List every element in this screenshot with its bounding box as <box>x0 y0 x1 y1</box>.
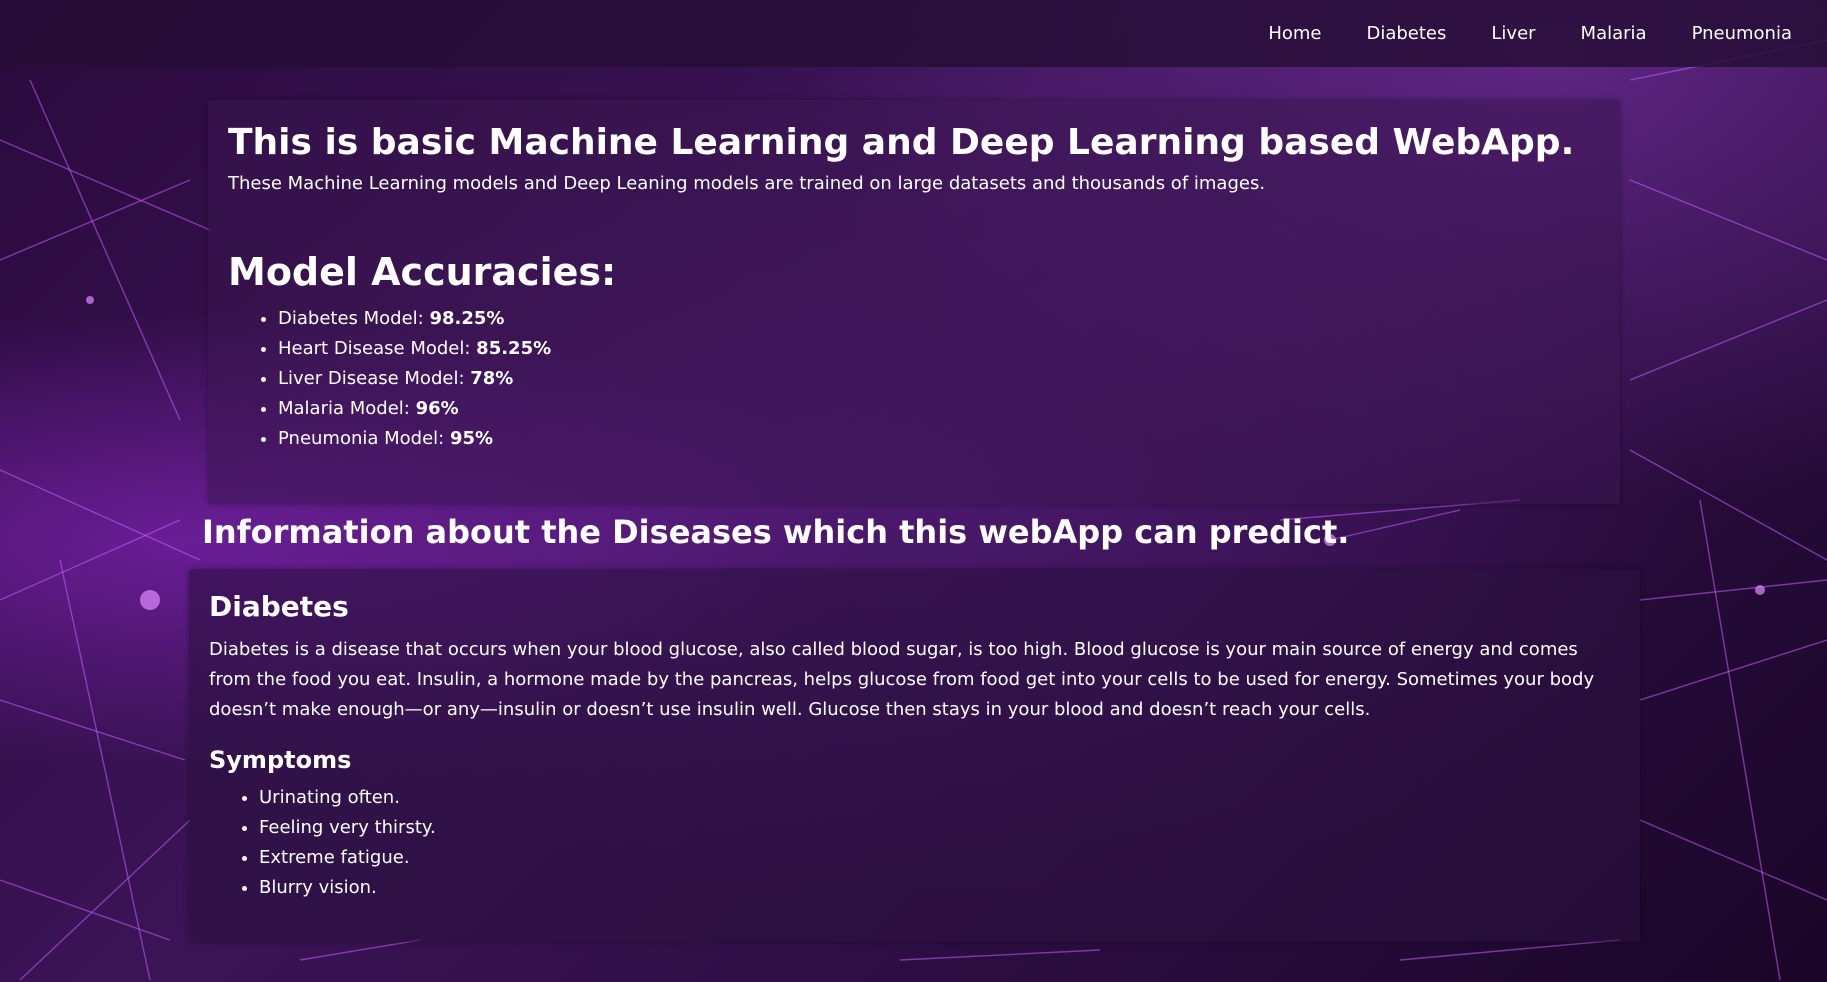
intro-card: This is basic Machine Learning and Deep … <box>208 100 1620 504</box>
diseases-info-heading: Information about the Diseases which thi… <box>202 513 1350 551</box>
accuracy-value: 95% <box>449 428 494 449</box>
diabetes-description: Diabetes is a disease that occurs when y… <box>209 639 1595 720</box>
nav-home[interactable]: Home <box>1268 23 1321 44</box>
accuracy-value: 96% <box>415 398 459 419</box>
accuracy-item-heart: Heart Disease Model: 85.25% <box>278 334 1600 364</box>
diabetes-title: Diabetes <box>209 590 349 623</box>
accuracy-list: Diabetes Model: 98.25% Heart Disease Mod… <box>228 304 1600 454</box>
accuracy-value: 98.25% <box>429 308 505 329</box>
symptom-item: Feeling very thirsty. <box>259 813 1620 843</box>
accuracies-title: Model Accuracies: <box>228 250 617 294</box>
nav-diabetes[interactable]: Diabetes <box>1366 23 1446 44</box>
accuracy-item-pneumonia: Pneumonia Model: 95% <box>278 424 1600 454</box>
accuracy-label: Malaria Model: <box>278 398 416 419</box>
page-subtitle: These Machine Learning models and Deep L… <box>228 173 1266 194</box>
nav-liver[interactable]: Liver <box>1491 23 1535 44</box>
nav-pneumonia[interactable]: Pneumonia <box>1692 23 1792 44</box>
accuracy-label: Heart Disease Model: <box>278 338 477 359</box>
navbar: Home Diabetes Liver Malaria Pneumonia <box>0 0 1827 67</box>
accuracy-label: Pneumonia Model: <box>278 428 450 449</box>
accuracy-value: 78% <box>470 368 514 389</box>
accuracy-item-diabetes: Diabetes Model: 98.25% <box>278 304 1600 334</box>
accuracy-item-liver: Liver Disease Model: 78% <box>278 364 1600 394</box>
symptom-item: Urinating often. <box>259 783 1620 813</box>
accuracy-item-malaria: Malaria Model: 96% <box>278 394 1600 424</box>
nav-malaria[interactable]: Malaria <box>1581 23 1647 44</box>
accuracy-label: Diabetes Model: <box>278 308 430 329</box>
page-title: This is basic Machine Learning and Deep … <box>228 122 1575 163</box>
diabetes-card: Diabetes Diabetes is a disease that occu… <box>189 569 1640 942</box>
accuracy-value: 85.25% <box>476 338 552 359</box>
accuracy-label: Liver Disease Model: <box>278 368 471 389</box>
nav-links: Home Diabetes Liver Malaria Pneumonia <box>1268 0 1792 67</box>
symptoms-list: Urinating often. Feeling very thirsty. E… <box>209 783 1620 903</box>
symptom-item: Extreme fatigue. <box>259 843 1620 873</box>
symptom-item: Blurry vision. <box>259 873 1620 903</box>
symptoms-title: Symptoms <box>209 746 352 774</box>
